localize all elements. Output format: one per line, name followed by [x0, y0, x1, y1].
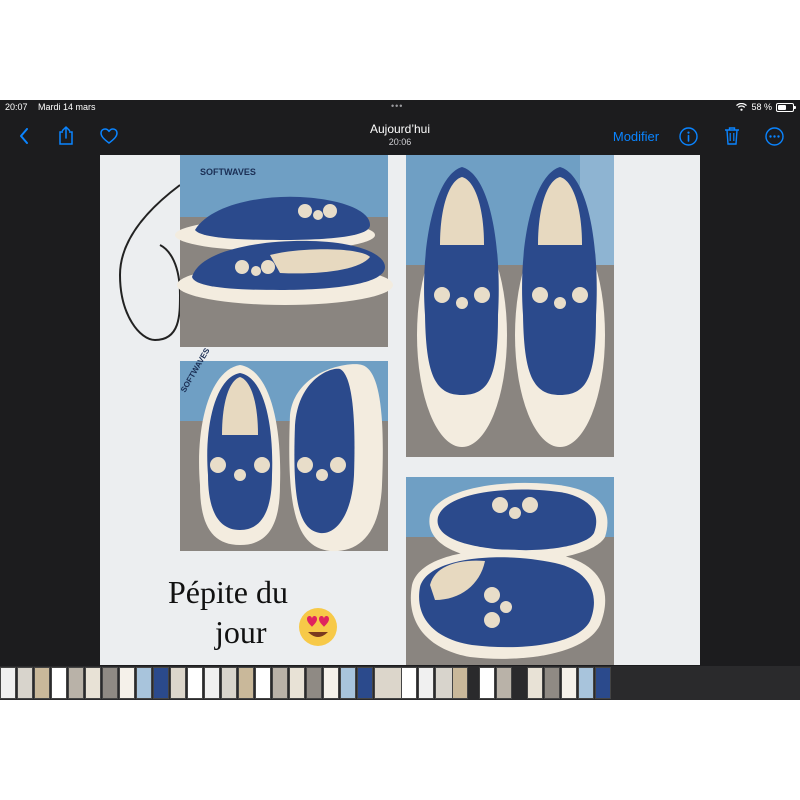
- photo-thumbnail[interactable]: [85, 667, 101, 699]
- photo-thumbnail[interactable]: [306, 667, 322, 699]
- photo-thumbnail[interactable]: [418, 667, 434, 699]
- nav-title: Aujourd’hui: [369, 122, 431, 136]
- heart-icon: [100, 128, 118, 144]
- photo-thumbnail[interactable]: [452, 667, 468, 699]
- title-block: Aujourd’hui 20:06: [300, 122, 500, 147]
- share-button[interactable]: [56, 125, 76, 145]
- photo-thumbnail[interactable]: [187, 667, 203, 699]
- photo-thumbnail[interactable]: [255, 667, 271, 699]
- share-icon: [59, 125, 73, 145]
- photo-panel-3: SOFTWAVES: [179, 346, 388, 552]
- back-button[interactable]: [14, 126, 34, 146]
- photo-thumbnail[interactable]: [401, 667, 417, 699]
- photo-panel-4: [406, 477, 614, 665]
- photo-thumbnail[interactable]: [153, 667, 169, 699]
- wifi-icon: [736, 103, 748, 111]
- photo-thumbnail[interactable]: [170, 667, 186, 699]
- photo-thumbnail[interactable]: [221, 667, 237, 699]
- photo-thumbnail[interactable]: [561, 667, 577, 699]
- photo-panel-2: [406, 155, 614, 457]
- favorite-button[interactable]: [98, 126, 120, 146]
- photo-thumbnail[interactable]: [527, 667, 543, 699]
- thumbnail-strip[interactable]: [0, 666, 800, 700]
- photo-thumbnail[interactable]: [68, 667, 84, 699]
- photo-thumbnail[interactable]: [102, 667, 118, 699]
- photo-thumbnail[interactable]: [51, 667, 67, 699]
- photo-thumbnail[interactable]: [34, 667, 50, 699]
- photo-collage: SOFTWAVES SOFTWAVES Pépite du jour: [118, 155, 614, 665]
- photo-thumbnail[interactable]: [374, 667, 404, 699]
- edit-button[interactable]: Modifier: [606, 126, 666, 146]
- heart-eyes-emoji: [299, 608, 337, 646]
- info-button[interactable]: [677, 125, 699, 147]
- more-icon: [764, 126, 784, 146]
- caption-line-2: jour: [214, 614, 267, 650]
- photos-app-screen: 20:07 Mardi 14 mars ••• 58 % Aujourd’hui…: [0, 100, 800, 700]
- photo-thumbnail[interactable]: [496, 667, 512, 699]
- photo-thumbnail[interactable]: [238, 667, 254, 699]
- multitasking-dots[interactable]: •••: [391, 101, 403, 111]
- photo-thumbnail[interactable]: [272, 667, 288, 699]
- info-icon: [678, 126, 698, 146]
- caption-line-1: Pépite du: [168, 574, 288, 610]
- status-time: 20:07: [5, 102, 28, 112]
- photo-thumbnail[interactable]: [479, 667, 495, 699]
- brand-tag-1: SOFTWAVES: [200, 167, 256, 177]
- delete-button[interactable]: [721, 124, 743, 146]
- photo-thumbnail[interactable]: [136, 667, 152, 699]
- cable-decoration: [118, 184, 182, 342]
- photo-thumbnail[interactable]: [119, 667, 135, 699]
- photo-thumbnail[interactable]: [323, 667, 339, 699]
- back-icon: [20, 128, 28, 144]
- nav-subtitle: 20:06: [388, 137, 412, 147]
- photo-thumbnail[interactable]: [289, 667, 305, 699]
- photo-thumbnail[interactable]: [204, 667, 220, 699]
- photo-thumbnail[interactable]: [595, 667, 611, 699]
- battery-percent: 58 %: [751, 102, 772, 112]
- nav-bar: Aujourd’hui 20:06 Modifier: [0, 116, 800, 154]
- status-bar: 20:07 Mardi 14 mars ••• 58 %: [0, 100, 800, 116]
- status-right: 58 %: [736, 102, 796, 112]
- trash-icon: [725, 126, 739, 145]
- battery-icon: [776, 102, 796, 112]
- more-button[interactable]: [763, 125, 785, 147]
- photo-thumbnail[interactable]: [578, 667, 594, 699]
- photo-thumbnail[interactable]: [357, 667, 373, 699]
- photo-thumbnail[interactable]: [0, 667, 16, 699]
- photo-panel-1: SOFTWAVES: [175, 155, 393, 347]
- photo-thumbnail[interactable]: [544, 667, 560, 699]
- photo-thumbnail[interactable]: [340, 667, 356, 699]
- photo-view[interactable]: SOFTWAVES SOFTWAVES Pépite du jour: [100, 155, 700, 665]
- photo-thumbnail[interactable]: [17, 667, 33, 699]
- status-date: Mardi 14 mars: [38, 102, 96, 112]
